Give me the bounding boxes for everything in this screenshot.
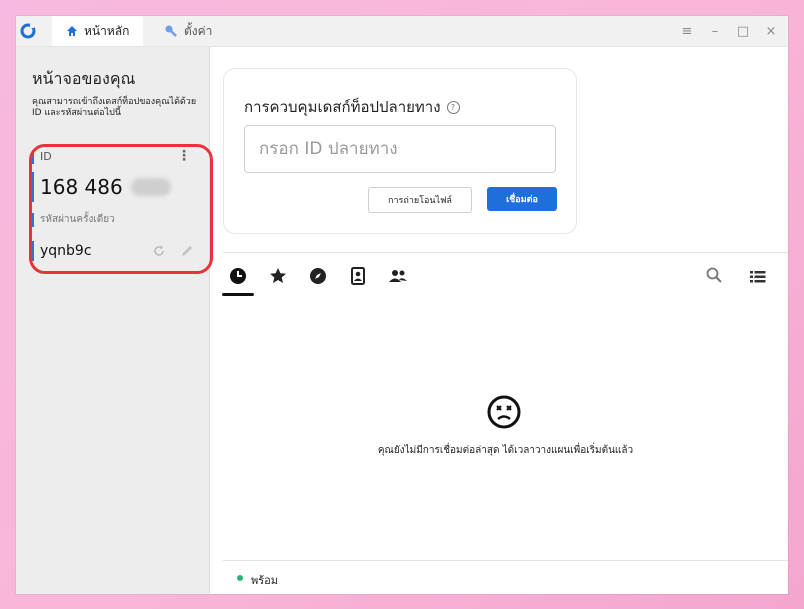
maximize-button[interactable]: □ (736, 24, 750, 39)
star-icon[interactable] (266, 264, 290, 288)
refresh-icon[interactable] (152, 243, 166, 262)
list-view-icon[interactable] (750, 269, 766, 288)
address-book-icon[interactable] (346, 264, 370, 288)
id-value[interactable]: 168 486 (40, 175, 123, 199)
sidebar-title: หน้าจอของคุณ (32, 69, 136, 88)
id-value-row: 168 486 (32, 172, 171, 202)
remote-id-input[interactable] (244, 125, 556, 173)
sidebar: หน้าจอของคุณ คุณสามารถเข้าถึงเดสก์ท็อปขอ… (16, 47, 210, 594)
file-transfer-button[interactable]: การถ่ายโอนไฟล์ (368, 187, 472, 213)
app-logo-icon (20, 23, 36, 39)
title-bar: หน้าหลัก ตั้งค่า ≡ – □ × (16, 16, 788, 47)
menu-icon[interactable]: ≡ (680, 24, 694, 39)
status-indicator (237, 575, 243, 581)
peer-tabs (222, 264, 410, 296)
section-divider (223, 252, 788, 253)
recent-icon[interactable] (222, 264, 254, 296)
connect-button[interactable]: เชื่อมต่อ (487, 187, 557, 211)
sidebar-description: คุณสามารถเข้าถึงเดสก์ท็อปของคุณได้ด้วย I… (32, 97, 197, 118)
tab-home[interactable]: หน้าหลัก (52, 16, 144, 46)
home-icon (66, 25, 78, 37)
connect-title: การควบคุมเดสก์ท็อปปลายทาง ? (244, 95, 460, 119)
password-label: รหัสผ่านครั้งเดียว (32, 213, 115, 227)
compass-icon[interactable] (306, 264, 330, 288)
close-button[interactable]: × (764, 24, 778, 39)
connect-card: การควบคุมเดสก์ท็อปปลายทาง ? การถ่ายโอนไฟ… (223, 68, 577, 234)
help-icon[interactable]: ? (446, 100, 460, 114)
wrench-icon (164, 24, 178, 38)
tab-settings[interactable]: ตั้งค่า (164, 16, 212, 46)
edit-icon[interactable] (180, 243, 194, 262)
empty-state-message: คุณยังไม่มีการเชื่อมต่อล่าสุด ได้เวลาวาง… (377, 445, 634, 456)
password-value[interactable]: yqnb9c (32, 241, 92, 261)
kebab-menu-icon[interactable]: ⋮ (177, 148, 191, 164)
group-icon[interactable] (386, 264, 410, 288)
connect-title-text: การควบคุมเดสก์ท็อปปลายทาง (244, 98, 441, 116)
tab-settings-label: ตั้งค่า (184, 23, 213, 38)
window-controls: ≡ – □ × (680, 16, 778, 46)
tab-home-label: หน้าหลัก (84, 23, 130, 38)
search-icon[interactable] (705, 266, 723, 288)
minimize-button[interactable]: – (708, 24, 722, 39)
status-text: พร้อม (251, 574, 279, 587)
id-blurred-part (130, 178, 171, 196)
status-bar: พร้อม (223, 560, 788, 595)
id-label: ID (32, 150, 52, 164)
app-window: หน้าหลัก ตั้งค่า ≡ – □ × หน้าจอของคุณ คุ… (16, 16, 788, 594)
sad-face-icon (486, 394, 522, 434)
